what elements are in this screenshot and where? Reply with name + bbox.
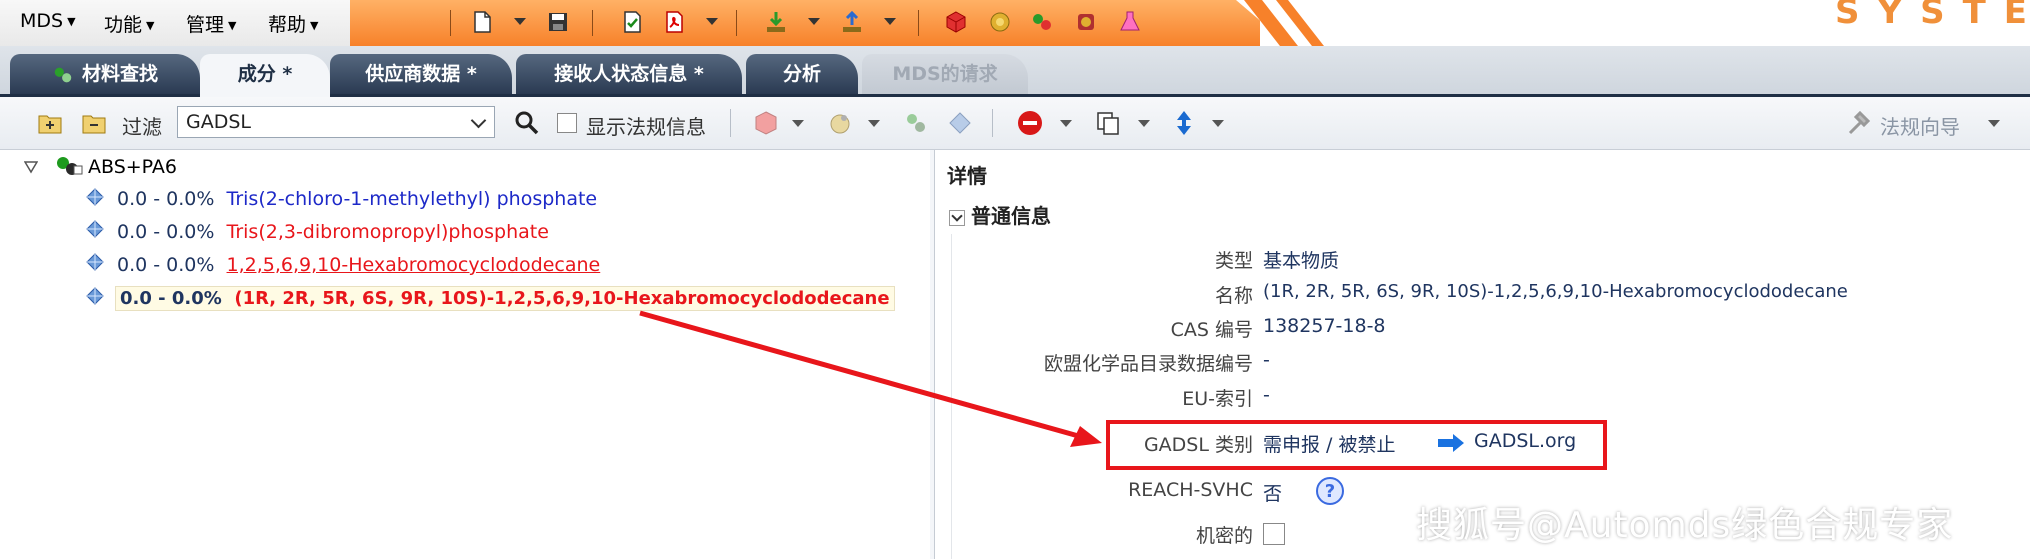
annotation-arrow [639,310,1102,447]
watermark: 搜狐号@Automds绿色合规专家 [1416,505,1954,546]
